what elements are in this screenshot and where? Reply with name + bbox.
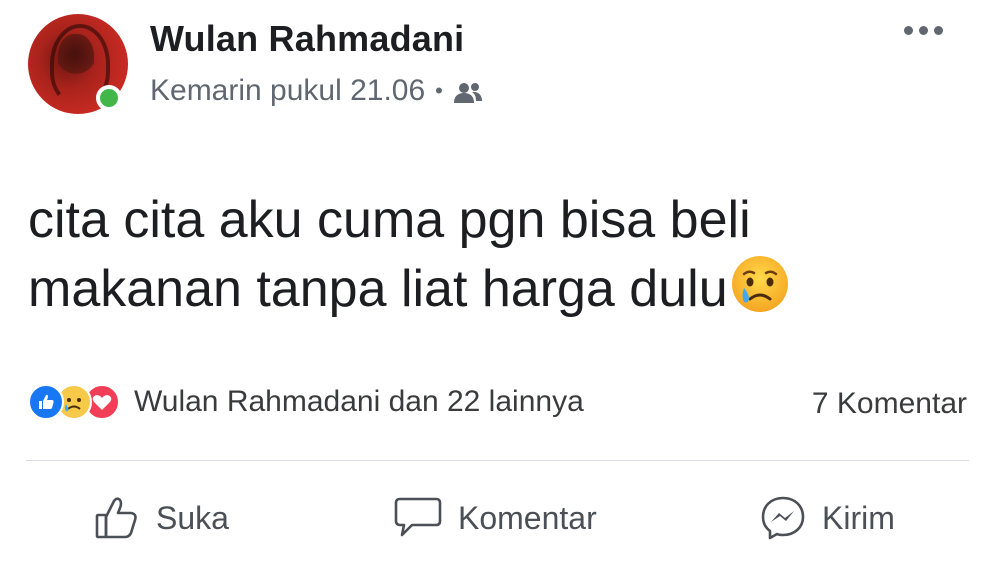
comment-bubble-icon: [394, 497, 442, 537]
post-text-line-2-text: makanan tanpa liat harga dulu: [28, 260, 728, 318]
post-text: cita cita aku cuma pgn bisa beli makanan…: [28, 186, 928, 323]
reactions-summary-text[interactable]: Wulan Rahmadani dan 22 lainnya: [134, 385, 584, 419]
more-options-icon[interactable]: [904, 26, 943, 35]
avatar-face-shape: [58, 34, 94, 82]
sad-relieved-face-emoji-icon: [730, 254, 790, 314]
reactions-summary[interactable]: Wulan Rahmadani dan 22 lainnya: [28, 384, 584, 420]
facebook-post: Wulan Rahmadani Kemarin pukul 21.06 • ci…: [0, 0, 993, 565]
thumbs-up-icon: [95, 497, 137, 539]
author-name[interactable]: Wulan Rahmadani: [150, 18, 464, 60]
send-button[interactable]: Kirim: [758, 488, 895, 548]
like-button-label: Suka: [156, 499, 229, 536]
friends-icon[interactable]: [453, 79, 483, 103]
divider: [26, 460, 969, 461]
send-button-label: Kirim: [822, 499, 895, 536]
like-reaction-icon: [28, 384, 64, 420]
post-action-bar: Suka Komentar Kirim: [0, 488, 993, 548]
like-button[interactable]: Suka: [92, 488, 229, 548]
comment-count[interactable]: 7 Komentar: [812, 387, 967, 421]
post-text-line-1: cita cita aku cuma pgn bisa beli: [28, 191, 751, 249]
online-status-icon: [96, 85, 122, 111]
meta-separator: •: [435, 78, 443, 103]
comment-button-label: Komentar: [458, 499, 597, 536]
post-text-line-2: makanan tanpa liat harga dulu: [28, 254, 928, 323]
post-timestamp[interactable]: Kemarin pukul 21.06: [150, 74, 425, 108]
comment-button[interactable]: Komentar: [392, 488, 597, 548]
post-meta: Kemarin pukul 21.06 •: [150, 74, 483, 108]
messenger-icon: [761, 496, 805, 540]
